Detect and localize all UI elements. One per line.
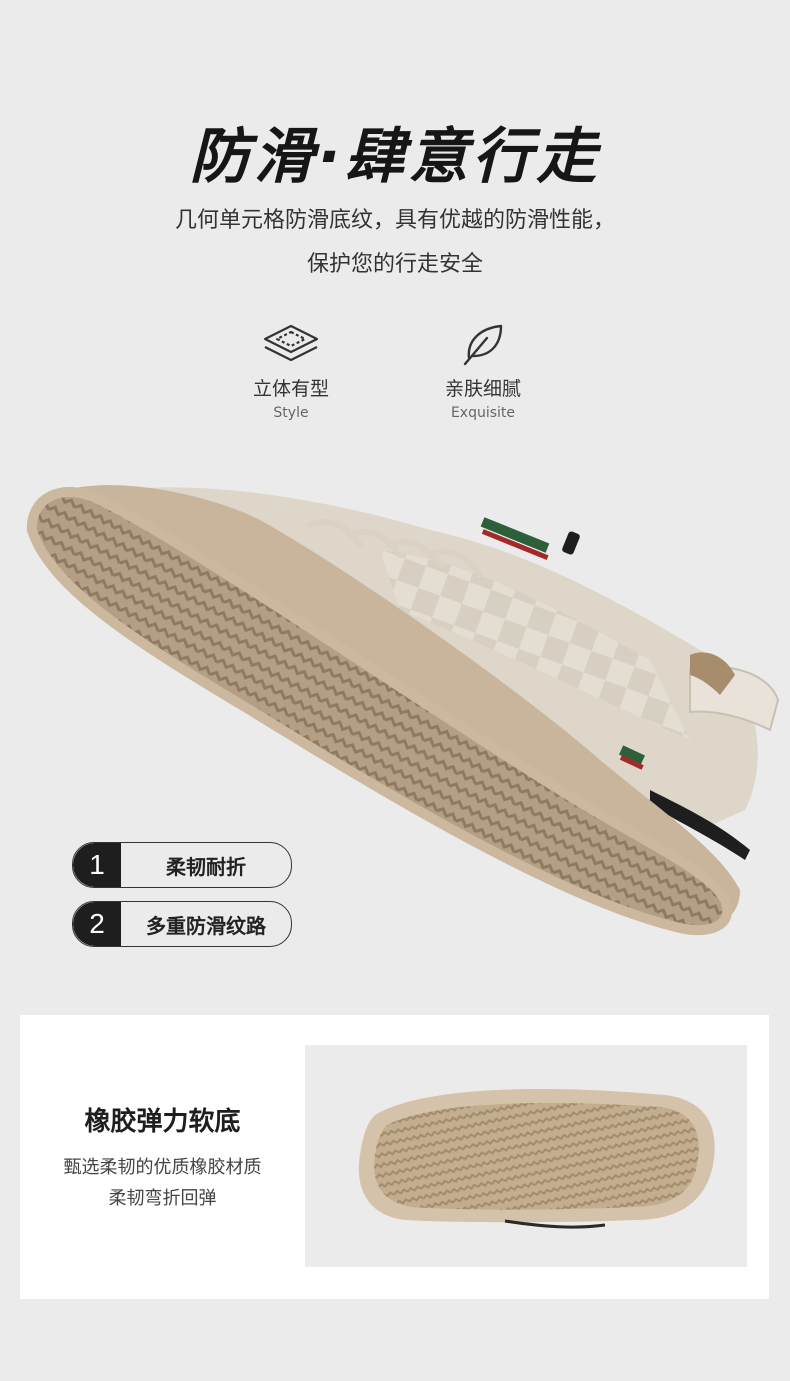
tag-number: 2	[73, 902, 121, 946]
feature-label-cn: 立体有型	[252, 378, 329, 400]
tag-label: 柔韧耐折	[166, 854, 246, 879]
feature-tag-antislip: 2 多重防滑纹路	[72, 901, 292, 947]
leaf-icon	[463, 324, 503, 366]
sole-image-box	[305, 1045, 747, 1267]
feature-label-cn: 亲肤细腻	[444, 378, 521, 400]
layers-icon	[263, 324, 319, 362]
sole-image	[358, 1089, 715, 1229]
tag-label: 多重防滑纹路	[146, 913, 266, 938]
feature-label-en: Style	[273, 405, 309, 421]
tag-number: 1	[73, 843, 121, 887]
feature-label-en: Exquisite	[450, 405, 516, 421]
panel-desc-line-1: 甄选柔韧的优质橡胶材质	[63, 1157, 262, 1178]
rubber-sole-panel: 橡胶弹力软底 甄选柔韧的优质橡胶材质 柔韧弯折回弹	[20, 1015, 769, 1299]
panel-desc-line-2: 柔韧弯折回弹	[108, 1188, 217, 1209]
feature-exquisite: 亲肤细腻 Exquisite	[413, 320, 553, 421]
description-line-1: 几何单元格防滑底纹，具有优越的防滑性能，	[174, 208, 615, 233]
panel-title: 橡胶弹力软底	[84, 1107, 241, 1137]
feature-tag-flexible: 1 柔韧耐折	[72, 842, 292, 888]
description-line-2: 保护您的行走安全	[306, 252, 483, 277]
page-headline: 防滑·肆意行走	[189, 122, 601, 192]
feature-style: 立体有型 Style	[221, 320, 361, 421]
